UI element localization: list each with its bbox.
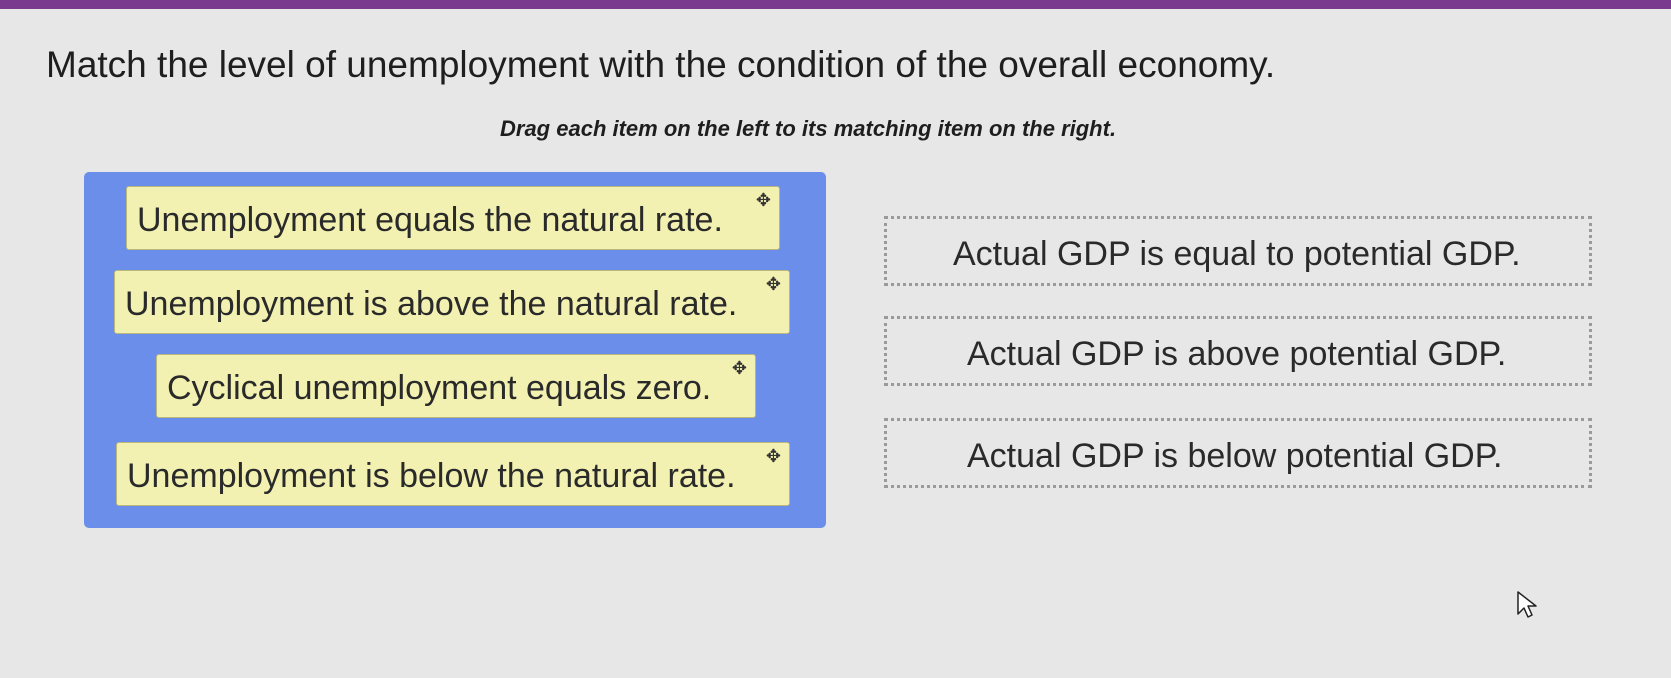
drop-target-equal-potential[interactable]: Actual GDP is equal to potential GDP. <box>884 216 1592 286</box>
drag-item-equals-natural-rate[interactable]: Unemployment equals the natural rate. ✥ <box>126 186 780 250</box>
drag-source-panel: Unemployment equals the natural rate. ✥ … <box>84 172 826 528</box>
drag-item-below-natural-rate[interactable]: Unemployment is below the natural rate. … <box>116 442 790 506</box>
drop-target-below-potential[interactable]: Actual GDP is below potential GDP. <box>884 418 1592 488</box>
drag-item-label: Cyclical unemployment equals zero. <box>167 369 712 407</box>
move-icon: ✥ <box>731 358 747 378</box>
mouse-cursor-icon <box>1517 591 1537 618</box>
drop-target-above-potential[interactable]: Actual GDP is above potential GDP. <box>884 316 1592 386</box>
drop-target-label: Actual GDP is above potential GDP. <box>967 335 1507 373</box>
drop-target-label: Actual GDP is below potential GDP. <box>967 437 1503 475</box>
drag-item-cyclical-zero[interactable]: Cyclical unemployment equals zero. ✥ <box>156 354 756 418</box>
drag-item-label: Unemployment equals the natural rate. <box>137 201 723 239</box>
drop-target-label: Actual GDP is equal to potential GDP. <box>953 235 1521 273</box>
move-icon: ✥ <box>765 446 781 466</box>
move-icon: ✥ <box>765 274 781 294</box>
drag-item-above-natural-rate[interactable]: Unemployment is above the natural rate. … <box>114 270 790 334</box>
top-accent-bar <box>0 0 1671 9</box>
instructions-text: Drag each item on the left to its matchi… <box>500 116 1117 141</box>
drag-item-label: Unemployment is below the natural rate. <box>127 457 736 495</box>
move-icon: ✥ <box>755 190 771 210</box>
drag-item-label: Unemployment is above the natural rate. <box>125 285 738 323</box>
question-title: Match the level of unemployment with the… <box>46 44 1276 85</box>
